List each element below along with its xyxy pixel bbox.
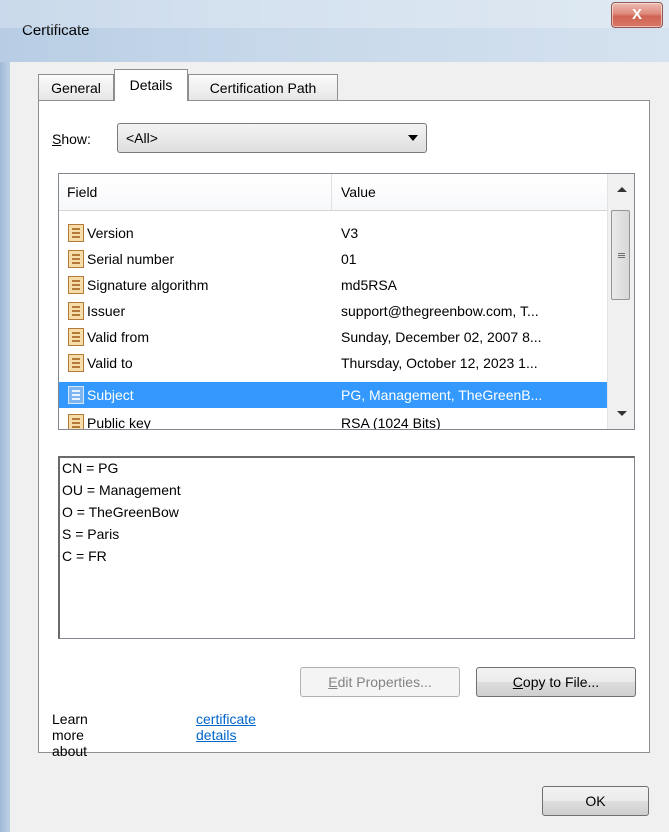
certificate-field-icon bbox=[68, 302, 84, 320]
list-item-version[interactable]: Version V3 bbox=[59, 220, 607, 246]
field-value: PG, Management, TheGreenB... bbox=[341, 387, 543, 403]
certificate-field-icon bbox=[68, 224, 84, 242]
close-icon: X bbox=[631, 6, 642, 23]
chevron-down-icon bbox=[408, 135, 418, 141]
list-item-valid-from[interactable]: Valid from Sunday, December 02, 2007 8... bbox=[59, 324, 607, 350]
show-label: Show: bbox=[52, 131, 91, 147]
certificate-field-icon bbox=[68, 250, 84, 268]
edit-properties-button[interactable]: Edit Properties... bbox=[300, 667, 460, 697]
column-separator[interactable] bbox=[331, 174, 332, 210]
field-name: Public key bbox=[87, 415, 151, 430]
field-name: Version bbox=[87, 225, 134, 241]
tab-general[interactable]: General bbox=[38, 74, 114, 100]
certificate-details-link[interactable]: certificate details bbox=[196, 711, 256, 743]
field-value: support@thegreenbow.com, T... bbox=[341, 303, 539, 319]
field-value: Thursday, October 12, 2023 1... bbox=[341, 355, 538, 371]
tab-details[interactable]: Details bbox=[114, 69, 188, 101]
window-frame bbox=[0, 62, 10, 832]
detail-line: S = Paris bbox=[62, 526, 120, 542]
field-value: RSA (1024 Bits) bbox=[341, 415, 441, 430]
close-button[interactable]: X bbox=[611, 2, 663, 28]
show-dropdown[interactable]: <All> bbox=[117, 123, 427, 153]
window-title: Certificate bbox=[22, 22, 90, 39]
field-value: md5RSA bbox=[341, 277, 398, 293]
scroll-up-icon[interactable] bbox=[608, 174, 634, 202]
detail-line: O = TheGreenBow bbox=[62, 504, 179, 520]
certificate-field-icon bbox=[68, 328, 84, 346]
certificate-field-icon bbox=[68, 276, 84, 294]
ok-button[interactable]: OK bbox=[542, 786, 649, 816]
title-bar: Certificate X bbox=[0, 0, 669, 62]
list-item-subject[interactable]: Subject PG, Management, TheGreenB... bbox=[59, 382, 607, 408]
certificate-field-icon bbox=[68, 354, 84, 372]
column-field[interactable]: Field bbox=[67, 184, 97, 200]
learn-more-text: Learn more about bbox=[52, 711, 88, 759]
field-name: Issuer bbox=[87, 303, 126, 319]
list-header: Field Value bbox=[59, 174, 607, 211]
list-item-valid-to[interactable]: Valid to Thursday, October 12, 2023 1... bbox=[59, 350, 607, 376]
column-value[interactable]: Value bbox=[341, 184, 376, 200]
list-item-public-key[interactable]: Public key RSA (1024 Bits) bbox=[59, 410, 607, 430]
scroll-down-icon[interactable] bbox=[608, 401, 634, 429]
field-name: Valid from bbox=[87, 329, 149, 345]
scrollbar-thumb[interactable] bbox=[611, 210, 630, 300]
field-name: Signature algorithm bbox=[87, 277, 209, 293]
field-value: 01 bbox=[341, 251, 357, 267]
field-name: Valid to bbox=[87, 355, 133, 371]
list-item-serial-number[interactable]: Serial number 01 bbox=[59, 246, 607, 272]
certificate-field-icon bbox=[68, 414, 84, 429]
grip-icon bbox=[618, 253, 625, 254]
detail-line: CN = PG bbox=[62, 460, 119, 476]
list-item-issuer[interactable]: Issuer support@thegreenbow.com, T... bbox=[59, 298, 607, 324]
field-detail-textbox[interactable]: CN = PG OU = Management O = TheGreenBow … bbox=[58, 456, 635, 639]
field-name: Subject bbox=[87, 387, 134, 403]
show-selected-value: <All> bbox=[126, 130, 158, 146]
certificate-field-icon bbox=[68, 386, 84, 404]
field-value: Sunday, December 02, 2007 8... bbox=[341, 329, 542, 345]
tab-certification-path[interactable]: Certification Path bbox=[188, 74, 338, 100]
list-scrollbar[interactable] bbox=[607, 174, 634, 429]
field-name: Serial number bbox=[87, 251, 175, 267]
copy-to-file-button[interactable]: Copy to File... bbox=[476, 667, 636, 697]
field-value: V3 bbox=[341, 225, 359, 241]
list-item-signature-algorithm[interactable]: Signature algorithm md5RSA bbox=[59, 272, 607, 298]
detail-line: C = FR bbox=[62, 548, 107, 564]
certificate-fields-list[interactable]: Field Value Version V3 Serial number 01 Si… bbox=[58, 173, 635, 430]
detail-line: OU = Management bbox=[62, 482, 181, 498]
